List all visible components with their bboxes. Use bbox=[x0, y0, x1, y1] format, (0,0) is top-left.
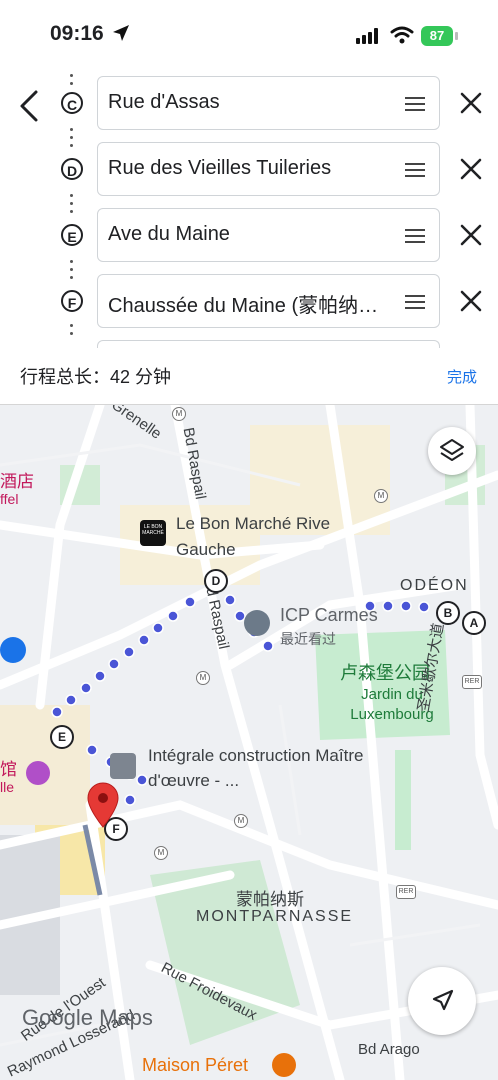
metro-icon: M bbox=[196, 671, 210, 685]
poi-label[interactable]: Maison Péret bbox=[142, 1055, 248, 1076]
cellular-signal-icon bbox=[356, 28, 378, 44]
route-marker-e[interactable]: E bbox=[50, 725, 74, 749]
remove-stop-icon[interactable] bbox=[458, 156, 484, 182]
poi-sublabel: 最近看过 bbox=[280, 631, 336, 647]
stop-letter-badge: E bbox=[61, 224, 83, 246]
battery-tip bbox=[455, 32, 458, 40]
status-bar: 09:16 87 bbox=[0, 0, 498, 70]
poi-label: 馆 bbox=[0, 760, 17, 779]
park-strip bbox=[395, 750, 411, 850]
district-label: MONTPARNASSE bbox=[196, 908, 354, 925]
stop-row: D Rue des Vieilles Tuileries bbox=[0, 142, 498, 198]
recenter-button[interactable] bbox=[408, 967, 476, 1035]
stop-letter-badge: D bbox=[61, 158, 83, 180]
metro-icon: M bbox=[172, 407, 186, 421]
poi-label: lle bbox=[0, 779, 15, 795]
stop-input[interactable]: Ave du Maine bbox=[97, 208, 440, 262]
district-label: 蒙帕纳斯 bbox=[236, 890, 304, 909]
restaurant-icon[interactable] bbox=[272, 1053, 296, 1077]
poi-label[interactable]: Intégrale construction Maître d'œuvre - … bbox=[148, 743, 368, 793]
stop-row: E Ave du Maine bbox=[0, 208, 498, 264]
business-icon[interactable] bbox=[110, 753, 136, 779]
route-marker-a[interactable]: A bbox=[462, 611, 486, 635]
map-view[interactable]: Grenelle Bd Raspail Bd Raspail 酒店 ffel 馆… bbox=[0, 405, 498, 1080]
stop-input[interactable]: Chaussée du Maine (蒙帕纳… bbox=[97, 274, 440, 328]
rer-icon: RER bbox=[396, 885, 416, 899]
rer-icon: RER bbox=[462, 675, 482, 689]
stop-row: F Chaussée du Maine (蒙帕纳… bbox=[0, 274, 498, 330]
stop-name: Rue d'Assas bbox=[108, 91, 220, 113]
next-stop-input-partial[interactable] bbox=[97, 340, 440, 348]
location-arrow-icon bbox=[113, 25, 129, 41]
metro-icon: M bbox=[154, 846, 168, 860]
stop-letter-badge: F bbox=[61, 290, 83, 312]
drag-handle-icon[interactable] bbox=[405, 97, 425, 115]
done-button[interactable]: 完成 bbox=[447, 366, 477, 387]
destination-pin-icon[interactable] bbox=[86, 781, 120, 829]
remove-stop-icon[interactable] bbox=[458, 222, 484, 248]
district-label: ODÉON bbox=[400, 577, 469, 594]
poi-label: 酒店 bbox=[0, 472, 34, 491]
school-icon[interactable] bbox=[244, 610, 270, 636]
remove-stop-icon[interactable] bbox=[458, 90, 484, 116]
poi-label[interactable]: Le Bon Marché Rive Gauche bbox=[176, 511, 376, 563]
layers-icon bbox=[440, 439, 464, 461]
bon-marche-logo[interactable]: LE BON MARCHÉ bbox=[140, 520, 166, 546]
street-label: Bd Arago bbox=[358, 1041, 420, 1058]
layers-button[interactable] bbox=[428, 427, 476, 475]
stop-letter-badge: C bbox=[61, 92, 83, 114]
stop-row: C Rue d'Assas bbox=[0, 76, 498, 132]
clock: 09:16 bbox=[50, 22, 104, 45]
stop-input[interactable]: Rue d'Assas bbox=[97, 76, 440, 130]
museum-icon[interactable] bbox=[26, 761, 50, 785]
stop-name: Ave du Maine bbox=[108, 223, 230, 245]
route-marker-d[interactable]: D bbox=[204, 569, 228, 593]
maps-wordmark: Maps bbox=[99, 1005, 153, 1030]
drag-handle-icon[interactable] bbox=[405, 163, 425, 181]
stop-input[interactable]: Rue des Vieilles Tuileries bbox=[97, 142, 440, 196]
google-wordmark: Google bbox=[22, 1005, 93, 1030]
route-marker-b[interactable]: B bbox=[436, 601, 460, 625]
google-maps-attribution: Google Maps bbox=[22, 1005, 153, 1031]
lock-icon[interactable] bbox=[0, 637, 26, 663]
poi-label[interactable]: ICP Carmes bbox=[280, 605, 378, 626]
metro-icon: M bbox=[234, 814, 248, 828]
drag-handle-icon[interactable] bbox=[405, 229, 425, 247]
metro-icon: M bbox=[374, 489, 388, 503]
navigation-arrow-icon bbox=[432, 989, 454, 1011]
stop-name: Rue des Vieilles Tuileries bbox=[108, 157, 332, 179]
remove-stop-icon[interactable] bbox=[458, 288, 484, 314]
drag-handle-icon[interactable] bbox=[405, 295, 425, 313]
poi-label: ffel bbox=[0, 491, 19, 507]
trip-duration: 行程总长：42 分钟 bbox=[20, 367, 172, 387]
stop-name: Chaussée du Maine (蒙帕纳… bbox=[108, 295, 379, 317]
battery-indicator: 87 bbox=[421, 26, 453, 46]
wifi-icon bbox=[390, 26, 414, 44]
